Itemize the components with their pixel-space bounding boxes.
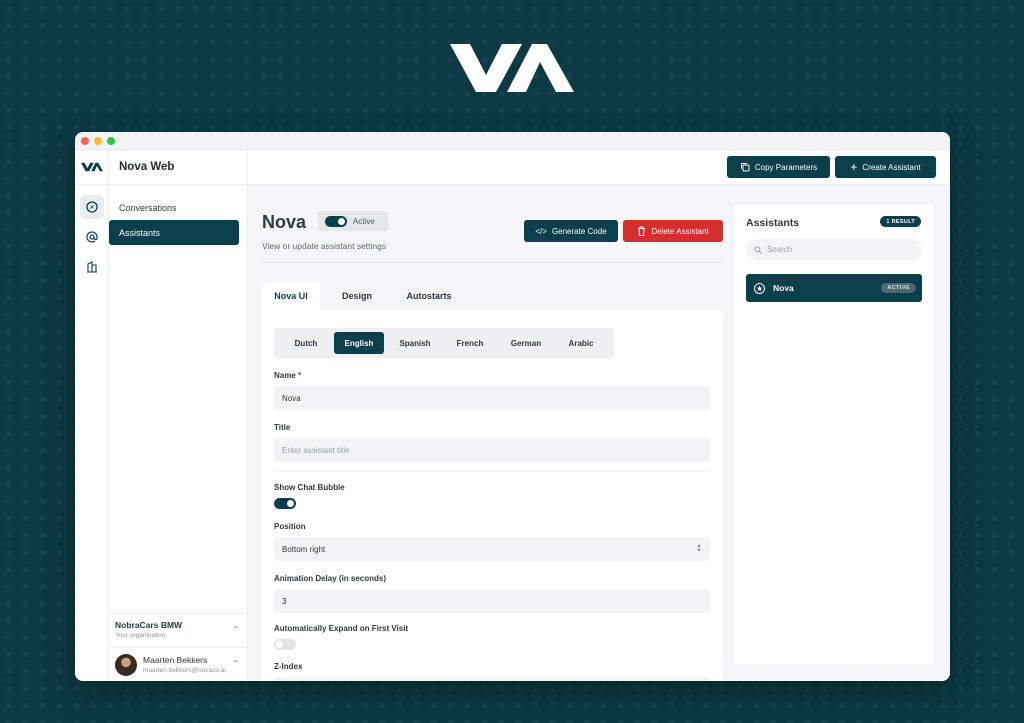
chevron-up-icon: ⌃ [232, 659, 239, 668]
status-switch[interactable] [325, 215, 347, 227]
copy-parameters-button[interactable]: Copy Parameters [727, 156, 830, 178]
create-assistant-button[interactable]: + Create Assistant [835, 156, 936, 178]
code-icon: </> [535, 226, 547, 236]
required-mark: * [298, 371, 302, 380]
app-title: Nova Web [109, 150, 247, 185]
maximize-window-button[interactable] [107, 137, 115, 145]
user-name: Maarten Bekkers [143, 655, 208, 665]
search-placeholder: Search [767, 245, 793, 254]
result-count-badge: 1 RESULT [880, 216, 921, 227]
position-value: Bottom right [282, 544, 326, 554]
trash-icon [638, 226, 646, 236]
status-toggle[interactable]: Active [318, 211, 388, 231]
user-email: maarten.bekkers@novaco.ai [143, 667, 226, 674]
user-menu[interactable]: Maarten Bekkers maarten.bekkers@novaco.a… [109, 647, 247, 681]
generate-code-label: Generate Code [551, 226, 607, 236]
rail-compass-button[interactable] [80, 195, 104, 219]
rail-brand [75, 150, 108, 185]
z-index-field[interactable] [274, 677, 710, 681]
organisation-name: NobraCars BMW [115, 620, 183, 630]
status-badge: ACTIVE [881, 283, 916, 293]
icon-rail [75, 150, 109, 681]
sidebar-item-label: Assistants [119, 227, 161, 238]
header-divider [262, 262, 723, 263]
at-sign-icon [86, 231, 98, 243]
va-logo-icon [80, 162, 103, 172]
compass-icon [86, 201, 98, 213]
panel-title: Assistants [746, 217, 800, 229]
search-input[interactable]: Search [746, 239, 922, 260]
language-german[interactable]: German [500, 332, 552, 354]
top-bar: Copy Parameters + Create Assistant [248, 150, 950, 185]
animation-delay-label: Animation Delay (in seconds) [274, 574, 387, 583]
page-title: Nova [262, 212, 307, 232]
avatar [115, 653, 137, 676]
language-arabic[interactable]: Arabic [554, 332, 608, 354]
generate-code-button[interactable]: </> Generate Code [524, 220, 618, 242]
create-assistant-label: Create Assistant [862, 162, 921, 172]
copy-parameters-label: Copy Parameters [754, 162, 818, 172]
delete-assistant-label: Delete Assistant [651, 226, 709, 236]
star-icon [754, 282, 765, 294]
language-dutch[interactable]: Dutch [280, 332, 332, 354]
status-label: Active [353, 216, 375, 226]
select-arrows-icon: ▲ ▼ [696, 543, 702, 554]
title-field[interactable]: Enter assistant title [274, 438, 710, 462]
tab-design[interactable]: Design [331, 282, 383, 310]
tab-nova-ui[interactable]: Nova UI [262, 282, 320, 310]
va-logo-icon [450, 44, 574, 92]
plus-icon: + [850, 160, 858, 174]
chevron-up-icon: ⌃ [232, 625, 239, 634]
position-label: Position [274, 522, 306, 531]
page-subtitle: View or update assistant settings [262, 241, 387, 251]
close-window-button[interactable] [81, 137, 89, 145]
title-label: Title [274, 423, 291, 432]
tab-autostarts[interactable]: Autostarts [394, 282, 464, 310]
language-spanish[interactable]: Spanish [388, 332, 442, 354]
animation-delay-field[interactable]: 3 [274, 589, 710, 613]
name-label: Name * [274, 371, 301, 380]
name-label-text: Name [274, 371, 296, 380]
building-icon [87, 261, 97, 273]
minimize-window-button[interactable] [94, 137, 102, 145]
window-titlebar [75, 132, 950, 150]
search-icon [754, 245, 762, 254]
side-navigation: Nova Web Conversations Assistants NobraC… [109, 150, 248, 681]
delete-assistant-button[interactable]: Delete Assistant [623, 220, 723, 242]
language-french[interactable]: French [444, 332, 496, 354]
assistants-panel: Assistants 1 RESULT Search Nova ACTIVE [732, 203, 935, 666]
settings-card: Dutch English Spanish French German Arab… [262, 310, 723, 681]
app-window: Nova Web Conversations Assistants NobraC… [75, 132, 950, 681]
chat-bubble-label: Show Chat Bubble [274, 483, 345, 492]
section-divider [274, 471, 710, 472]
rail-mentions-button[interactable] [80, 225, 104, 249]
auto-expand-label: Automatically Expand on First Visit [274, 624, 409, 633]
z-index-label: Z-Index [274, 662, 303, 671]
name-field[interactable]: Nova [274, 386, 710, 410]
rail-organisation-button[interactable] [80, 255, 104, 279]
chat-bubble-toggle[interactable] [274, 498, 296, 509]
organisation-subtitle: Your organisation [115, 632, 166, 639]
list-item-name: Nova [773, 283, 794, 293]
organisation-switcher[interactable]: NobraCars BMW Your organisation ⌃ [109, 613, 247, 647]
sidebar-item-conversations[interactable]: Conversations [109, 195, 239, 220]
sidebar-item-assistants[interactable]: Assistants [109, 220, 239, 245]
position-select[interactable]: Bottom right ▲ ▼ [274, 537, 710, 561]
language-english[interactable]: English [334, 332, 384, 354]
copy-icon [740, 163, 750, 172]
list-item[interactable]: Nova ACTIVE [746, 274, 922, 302]
sidebar-item-label: Conversations [119, 202, 177, 213]
auto-expand-toggle[interactable] [274, 639, 296, 650]
language-selector: Dutch English Spanish French German Arab… [274, 328, 614, 358]
